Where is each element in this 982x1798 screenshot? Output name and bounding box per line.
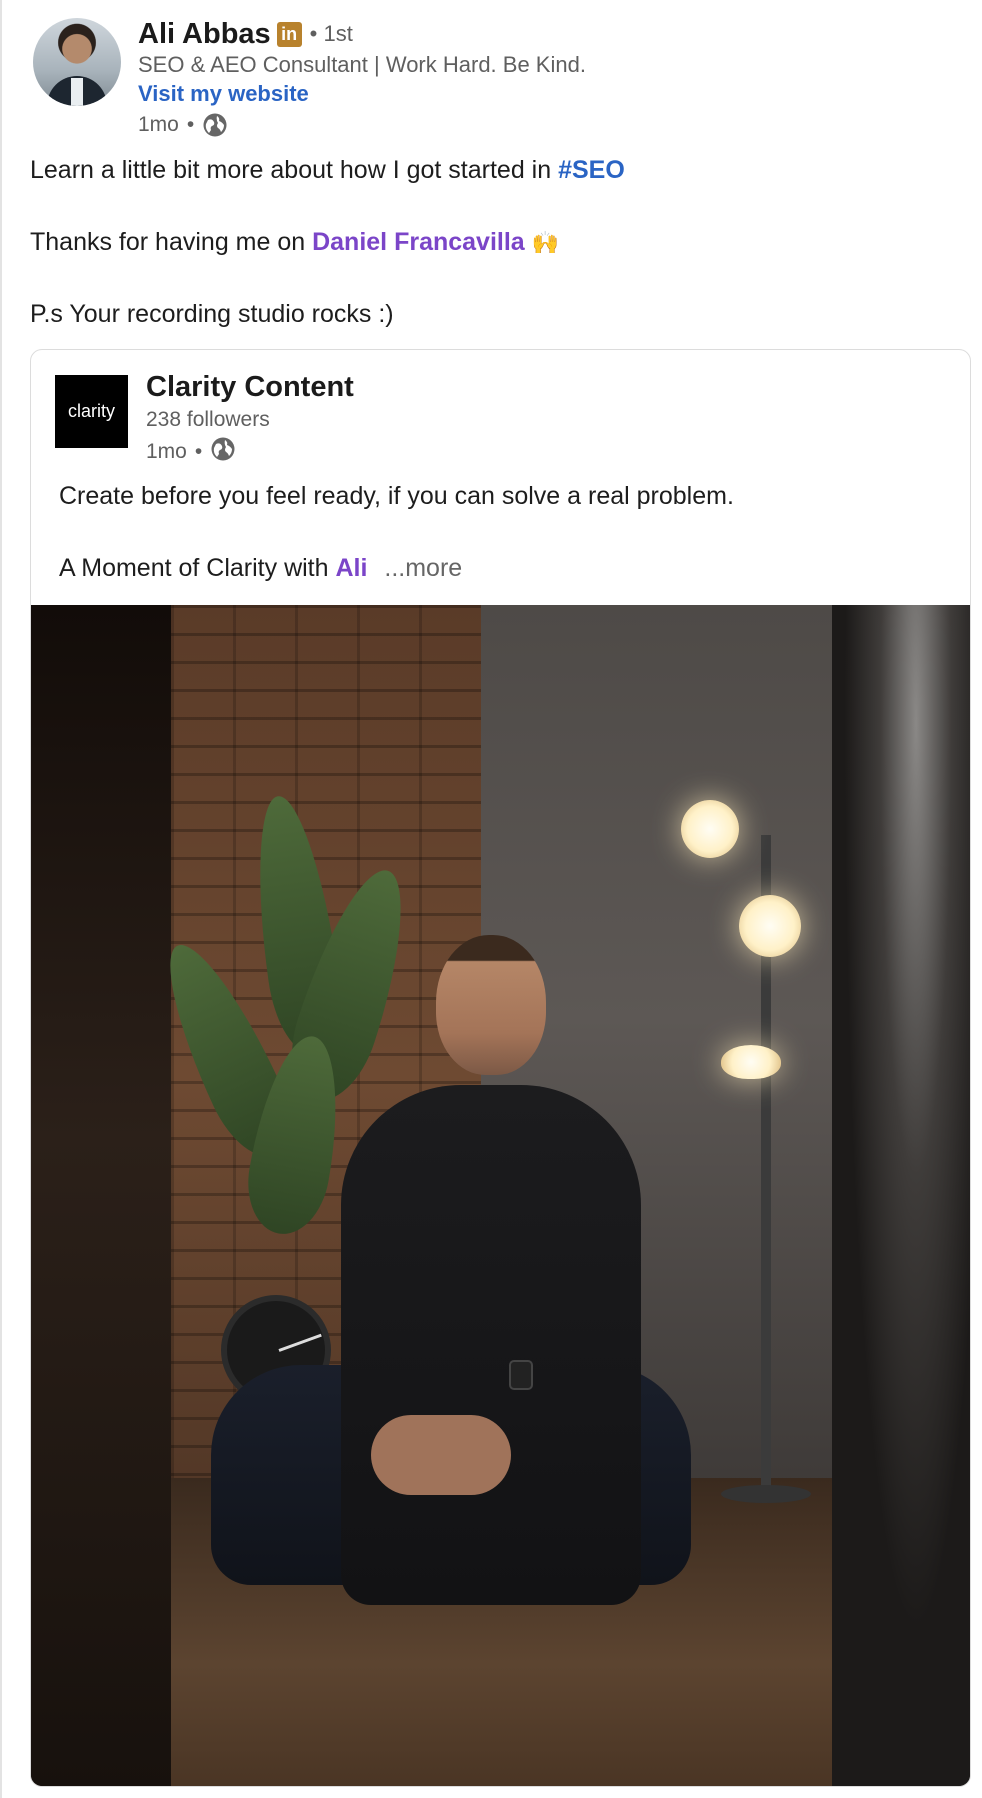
- video-blur-right: [832, 605, 970, 1786]
- author-headline: SEO & AEO Consultant | Work Hard. Be Kin…: [138, 52, 586, 77]
- see-more-link[interactable]: ...more: [384, 554, 462, 582]
- post-time: 1mo: [138, 113, 179, 136]
- post-meta: 1mo •: [138, 112, 228, 138]
- shared-post-text-prefix: A Moment of Clarity with: [59, 554, 336, 582]
- floor-lamp-base: [721, 1485, 811, 1503]
- shared-post-card[interactable]: clarity Clarity Content 238 followers 1m…: [30, 349, 971, 1787]
- shared-post-text-line-2: A Moment of Clarity with Ali ...more: [59, 554, 462, 583]
- lamp-bulb: [681, 800, 739, 858]
- author-name[interactable]: Ali Abbas: [138, 18, 271, 51]
- hashtag-link[interactable]: #SEO: [558, 156, 625, 184]
- visit-website-link[interactable]: Visit my website: [138, 81, 309, 107]
- raising-hands-emoji: 🙌: [531, 230, 560, 255]
- linkedin-premium-icon: in: [276, 21, 302, 47]
- shared-post-text-line-1: Create before you feel ready, if you can…: [59, 482, 734, 510]
- video-player[interactable]: [31, 605, 970, 1786]
- lamp-bulb: [721, 1045, 781, 1079]
- mention-link[interactable]: Daniel Francavilla: [312, 228, 525, 256]
- author-avatar[interactable]: [33, 18, 121, 106]
- person-torso: [341, 1085, 641, 1605]
- author-name-row: Ali Abbas in • 1st: [138, 16, 353, 52]
- feed-left-border: [0, 0, 2, 1798]
- meta-separator: •: [194, 440, 203, 463]
- mention-link[interactable]: Ali: [335, 554, 367, 582]
- clock-hand: [278, 1333, 322, 1352]
- post-text-line-3: P.s Your recording studio rocks :): [30, 300, 394, 328]
- shared-post-time: 1mo: [146, 440, 187, 463]
- post-text-line-1: Learn a little bit more about how I got …: [30, 156, 625, 185]
- company-followers: 238 followers: [146, 408, 270, 431]
- person-head: [436, 935, 546, 1075]
- person-hands: [371, 1415, 511, 1495]
- company-name[interactable]: Clarity Content: [146, 371, 354, 404]
- lamp-bulb: [739, 895, 801, 957]
- connection-degree: • 1st: [309, 21, 353, 46]
- company-logo[interactable]: clarity: [55, 375, 128, 448]
- watch-icon: [509, 1360, 533, 1390]
- globe-icon: [202, 112, 228, 138]
- post-text-prefix: Thanks for having me on: [30, 228, 313, 256]
- post-text-prefix: Learn a little bit more about how I got …: [30, 156, 559, 184]
- shared-post-meta: 1mo •: [146, 436, 236, 468]
- meta-separator: •: [186, 113, 195, 136]
- post-text-line-2: Thanks for having me on Daniel Francavil…: [30, 228, 559, 257]
- video-blur-left: [31, 605, 171, 1786]
- globe-icon: [210, 436, 236, 468]
- avatar-shirt: [71, 78, 83, 106]
